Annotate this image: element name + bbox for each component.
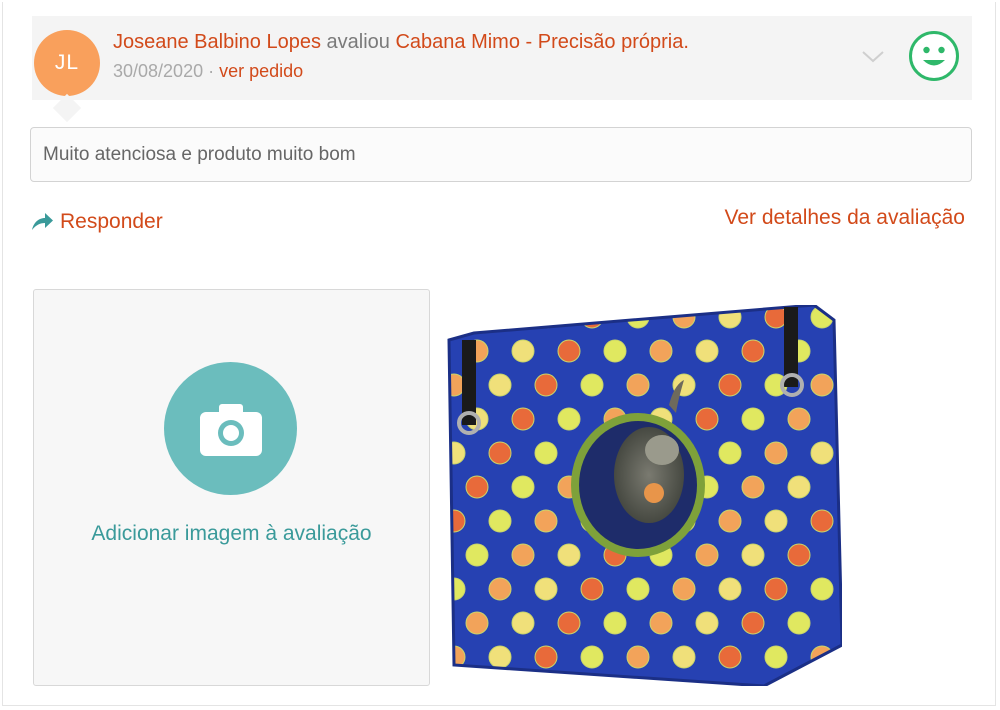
view-details-link[interactable]: Ver detalhes da avaliação [724,206,965,230]
add-image-button[interactable]: Adicionar imagem à avaliação [33,289,430,686]
product-link[interactable]: Cabana Mimo - Precisão própria. [395,31,688,53]
order-link[interactable]: ver pedido [219,61,303,81]
review-title: Joseane Balbino Lopes avaliou Cabana Mim… [113,31,689,54]
action-text: avaliou [320,31,396,53]
review-card: JL Joseane Balbino Lopes avaliou Cabana … [2,2,996,706]
camera-icon [200,404,262,456]
smiley-happy-icon [909,31,959,81]
review-header: JL Joseane Balbino Lopes avaliou Cabana … [32,16,972,100]
reply-label: Responder [60,210,163,233]
review-meta: 30/08/2020 · ver pedido [113,61,303,82]
review-photo[interactable] [444,305,842,686]
camera-circle [164,362,297,495]
avatar: JL [34,30,100,96]
review-date: 30/08/2020 [113,61,204,81]
add-image-label: Adicionar imagem à avaliação [91,522,372,545]
reply-arrow-icon [32,213,53,230]
chevron-down-icon[interactable] [861,49,885,65]
author-link[interactable]: Joseane Balbino Lopes [113,31,321,53]
reply-button[interactable]: Responder [30,208,163,236]
meta-separator: · [203,61,220,81]
review-comment: Muito atenciosa e produto muito bom [30,127,972,182]
